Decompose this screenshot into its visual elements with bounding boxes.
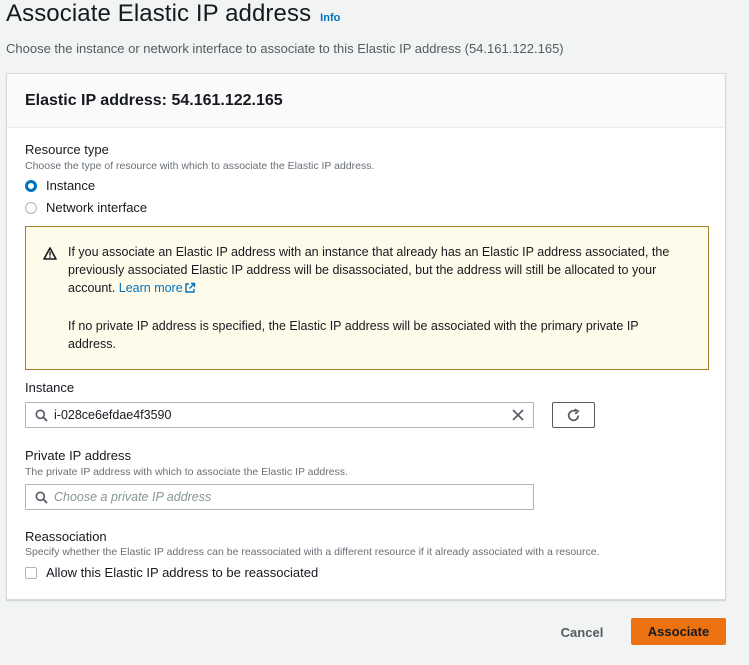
warning-text: If you associate an Elastic IP address w… [68,243,688,353]
cancel-button[interactable]: Cancel [553,620,611,644]
reassociation-label: Reassociation [25,529,107,544]
page-description: Choose the instance or network interface… [6,41,564,56]
private-ip-description: The private IP address with which to ass… [25,466,348,478]
radio-instance-label: Instance [46,178,96,193]
elastic-ip-panel: Elastic IP address: 54.161.122.165 Resou… [6,73,726,600]
warning-message-secondary: If no private IP address is specified, t… [68,319,639,351]
radio-option-network-interface[interactable]: Network interface [25,200,147,215]
refresh-button[interactable] [552,402,595,428]
page-header: Associate Elastic IP address Info [6,0,340,28]
search-icon [35,409,48,422]
external-link-icon [184,281,196,299]
radio-network-interface[interactable] [25,201,37,214]
learn-more-link[interactable]: Learn more [119,281,196,295]
private-ip-input[interactable]: Choose a private IP address [25,484,534,510]
page-title: Associate Elastic IP address [6,0,312,27]
refresh-icon [566,408,581,423]
associate-button[interactable]: Associate [631,618,726,645]
panel-header: Elastic IP address: 54.161.122.165 [7,74,725,128]
private-ip-label: Private IP address [25,448,131,463]
instance-label: Instance [25,380,75,395]
radio-option-instance[interactable]: Instance [25,178,95,193]
instance-value: i-028ce6efdae4f3590 [54,408,172,422]
reassociation-checkbox[interactable] [25,566,37,579]
resource-type-description: Choose the type of resource with which t… [25,160,375,172]
warning-icon [43,247,57,265]
info-link[interactable]: Info [320,12,340,24]
radio-network-interface-label: Network interface [46,200,148,215]
reassociation-checkbox-label: Allow this Elastic IP address to be reas… [46,565,319,580]
warning-alert: If you associate an Elastic IP address w… [25,226,709,370]
instance-search-input[interactable]: i-028ce6efdae4f3590 [25,402,534,428]
private-ip-placeholder: Choose a private IP address [54,490,212,504]
close-icon[interactable] [512,409,524,421]
reassociation-description: Specify whether the Elastic IP address c… [25,546,600,558]
reassociation-checkbox-row[interactable]: Allow this Elastic IP address to be reas… [25,565,318,580]
radio-instance[interactable] [25,179,37,192]
panel-title: Elastic IP address: 54.161.122.165 [25,91,283,109]
resource-type-label: Resource type [25,142,109,157]
search-icon [35,491,48,504]
